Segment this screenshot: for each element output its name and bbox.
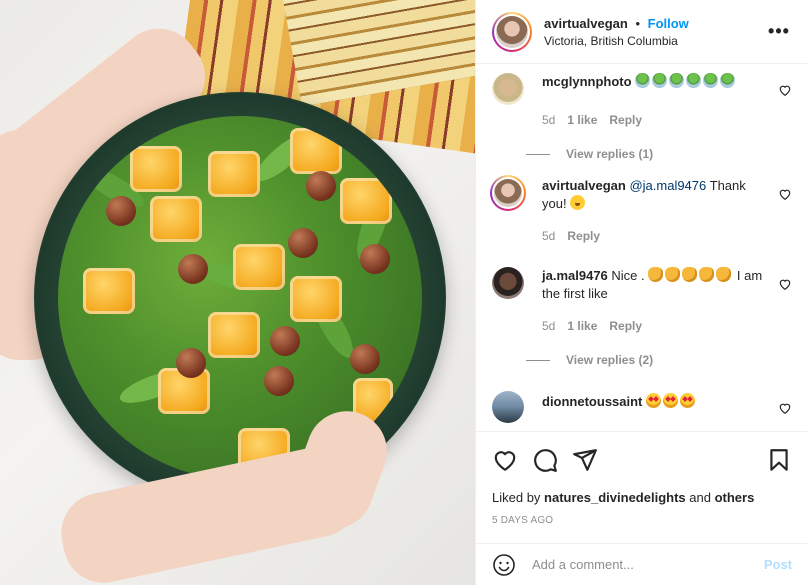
comment-age[interactable]: 5d <box>542 229 555 243</box>
comment-likes[interactable]: 1 like <box>567 319 597 333</box>
comment-username[interactable]: ja.mal9476 <box>542 268 608 283</box>
salad-emoji-icon <box>720 73 736 88</box>
commenter-avatar[interactable] <box>492 267 524 299</box>
clapping-hands-emoji-icon <box>682 267 698 282</box>
comment-input[interactable] <box>532 557 764 572</box>
post-actions: Liked by natures_divinedelights and othe… <box>476 431 807 526</box>
view-replies-button[interactable]: View replies (2) <box>526 353 653 367</box>
header-separator: • <box>635 15 641 31</box>
like-comment-heart-icon[interactable] <box>778 187 792 201</box>
comment-reply-button[interactable]: Reply <box>609 113 642 127</box>
comment-meta: 5d 1 like Reply <box>542 113 642 127</box>
post-side-panel: avirtualvegan • Follow Victoria, British… <box>475 0 807 585</box>
comment-body: Nice . <box>607 268 645 283</box>
star-struck-emoji-icon <box>646 393 662 408</box>
salad-emoji-icon <box>652 73 668 88</box>
comment-age[interactable]: 5d <box>542 113 555 127</box>
liked-by-others[interactable]: others <box>715 490 755 505</box>
clapping-hands-emoji-icon <box>716 267 732 282</box>
star-struck-emoji-icon <box>680 393 696 408</box>
salad-emoji-icon <box>686 73 702 88</box>
more-options-icon[interactable]: ••• <box>767 21 791 42</box>
post-timestamp[interactable]: 5 DAYS AGO <box>492 515 792 526</box>
author-username[interactable]: avirtualvegan <box>544 16 628 31</box>
liked-by-text: Liked by natures_divinedelights and othe… <box>492 490 792 505</box>
post-photo[interactable] <box>0 0 475 585</box>
share-paper-plane-icon[interactable] <box>572 447 598 473</box>
emoji-picker-icon[interactable] <box>492 553 516 577</box>
comment-meta: 5d Reply <box>542 229 600 243</box>
comment-text: avirtualvegan @ja.mal9476 Thank you! <box>542 177 772 213</box>
comment-reply-button[interactable]: Reply <box>567 229 600 243</box>
smiling-face-with-hearts-emoji-icon <box>570 195 586 210</box>
author-avatar[interactable] <box>492 11 532 52</box>
comment-username[interactable]: dionnetoussaint <box>542 394 642 409</box>
like-heart-icon[interactable] <box>492 447 518 473</box>
comment-text: ja.mal9476 Nice . I am the first like <box>542 267 772 303</box>
comment-meta: 5d 1 like Reply <box>542 319 642 333</box>
add-comment-bar: Post <box>476 543 807 585</box>
comment-reply-button[interactable]: Reply <box>609 319 642 333</box>
star-struck-emoji-icon <box>663 393 679 408</box>
liked-by-prefix: Liked by <box>492 490 545 505</box>
location-link[interactable]: Victoria, British Columbia <box>544 34 767 48</box>
liked-by-mid: and <box>685 490 715 505</box>
post-header: avirtualvegan • Follow Victoria, British… <box>476 0 807 64</box>
like-comment-heart-icon[interactable] <box>778 83 792 97</box>
comment-username[interactable]: mcglynnphoto <box>542 74 632 89</box>
post-comment-button[interactable]: Post <box>764 557 792 572</box>
comment-age[interactable]: 5d <box>542 319 555 333</box>
follow-button[interactable]: Follow <box>648 16 689 31</box>
view-replies-button[interactable]: View replies (1) <box>526 147 653 161</box>
comment-text: mcglynnphoto <box>542 73 772 91</box>
comment-emojis <box>635 73 737 89</box>
action-icons <box>492 444 792 476</box>
salad-emoji-icon <box>703 73 719 88</box>
commenter-avatar[interactable] <box>492 391 524 423</box>
liked-by-user[interactable]: natures_divinedelights <box>544 490 686 505</box>
commenter-avatar[interactable] <box>490 175 526 211</box>
like-comment-heart-icon[interactable] <box>778 401 792 415</box>
salad-emoji-icon <box>635 73 651 88</box>
post-modal: avirtualvegan • Follow Victoria, British… <box>0 0 807 585</box>
comment-likes[interactable]: 1 like <box>567 113 597 127</box>
clapping-hands-emoji-icon <box>648 267 664 282</box>
like-comment-heart-icon[interactable] <box>778 277 792 291</box>
comment-username[interactable]: avirtualvegan <box>542 178 626 193</box>
commenter-avatar[interactable] <box>492 73 524 105</box>
comment-bubble-icon[interactable] <box>532 447 558 473</box>
comment-mention[interactable]: @ja.mal9476 <box>629 178 706 193</box>
salad-emoji-icon <box>669 73 685 88</box>
comment-text: dionnetoussaint <box>542 393 772 411</box>
clapping-hands-emoji-icon <box>665 267 681 282</box>
clapping-hands-emoji-icon <box>699 267 715 282</box>
author-info: avirtualvegan • Follow Victoria, British… <box>544 16 767 48</box>
comments-list[interactable]: mcglynnphoto 5d 1 like Reply View replie… <box>476 65 807 430</box>
bookmark-icon[interactable] <box>766 447 792 473</box>
